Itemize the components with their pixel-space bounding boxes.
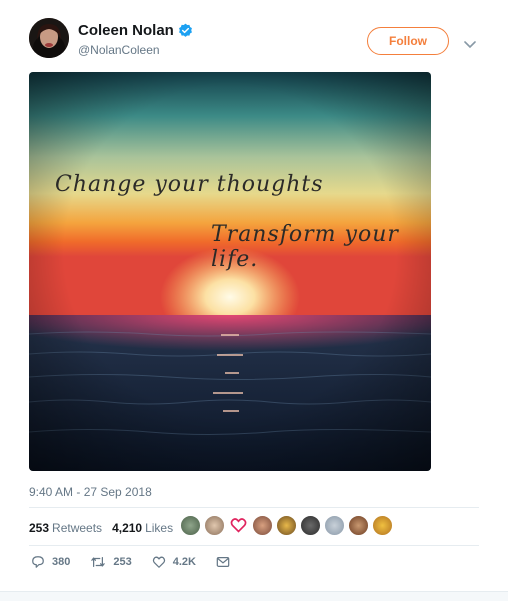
quote-line-2: Transform your life. — [211, 222, 399, 272]
liker-avatar[interactable] — [372, 515, 393, 536]
likes-count[interactable]: 4,210 — [112, 521, 142, 535]
envelope-icon — [216, 557, 230, 567]
heart-icon — [152, 556, 165, 568]
bottom-band — [0, 591, 508, 601]
liker-avatar[interactable] — [252, 515, 273, 536]
handle[interactable]: @NolanColeen — [78, 43, 160, 57]
name-row: Coleen Nolan — [78, 22, 193, 39]
divider — [29, 507, 479, 508]
likes-label[interactable]: Likes — [145, 521, 173, 535]
reply-icon — [32, 556, 44, 568]
quote-line-1: Change your thoughts — [55, 172, 324, 197]
retweets-count[interactable]: 253 — [29, 521, 49, 535]
chevron-down-icon[interactable] — [464, 37, 476, 49]
like-count: 4.2K — [172, 556, 196, 568]
tweet-card: Coleen Nolan @NolanColeen Follow Change … — [0, 0, 508, 601]
display-name[interactable]: Coleen Nolan — [78, 22, 174, 39]
retweets-label[interactable]: Retweets — [52, 521, 102, 535]
tweet-image[interactable]: Change your thoughts Transform your life… — [29, 72, 431, 471]
divider — [29, 545, 479, 546]
heart-icon — [230, 518, 247, 533]
avatar[interactable] — [29, 18, 69, 58]
reply-count: 380 — [52, 556, 71, 568]
timestamp[interactable]: 9:40 AM - 27 Sep 2018 — [29, 485, 152, 499]
liker-avatar[interactable] — [300, 515, 321, 536]
direct-message-button[interactable] — [216, 555, 237, 569]
liker-avatar[interactable] — [204, 515, 225, 536]
liker-avatar[interactable] — [348, 515, 369, 536]
verified-badge-icon — [178, 23, 193, 38]
liker-avatars — [180, 515, 396, 536]
liker-avatar[interactable] — [228, 515, 249, 536]
tweet-stats: 253 Retweets 4,210 Likes — [29, 521, 183, 535]
liker-avatar[interactable] — [276, 515, 297, 536]
tweet-actions: 380 253 4.2K — [31, 555, 257, 569]
retweet-icon — [91, 557, 106, 567]
like-button[interactable]: 4.2K — [152, 555, 196, 569]
follow-button[interactable]: Follow — [367, 27, 449, 55]
retweet-button[interactable]: 253 — [90, 555, 132, 569]
liker-avatar[interactable] — [180, 515, 201, 536]
liker-avatar[interactable] — [324, 515, 345, 536]
retweet-count: 253 — [113, 556, 132, 568]
reply-button[interactable]: 380 — [31, 555, 70, 569]
